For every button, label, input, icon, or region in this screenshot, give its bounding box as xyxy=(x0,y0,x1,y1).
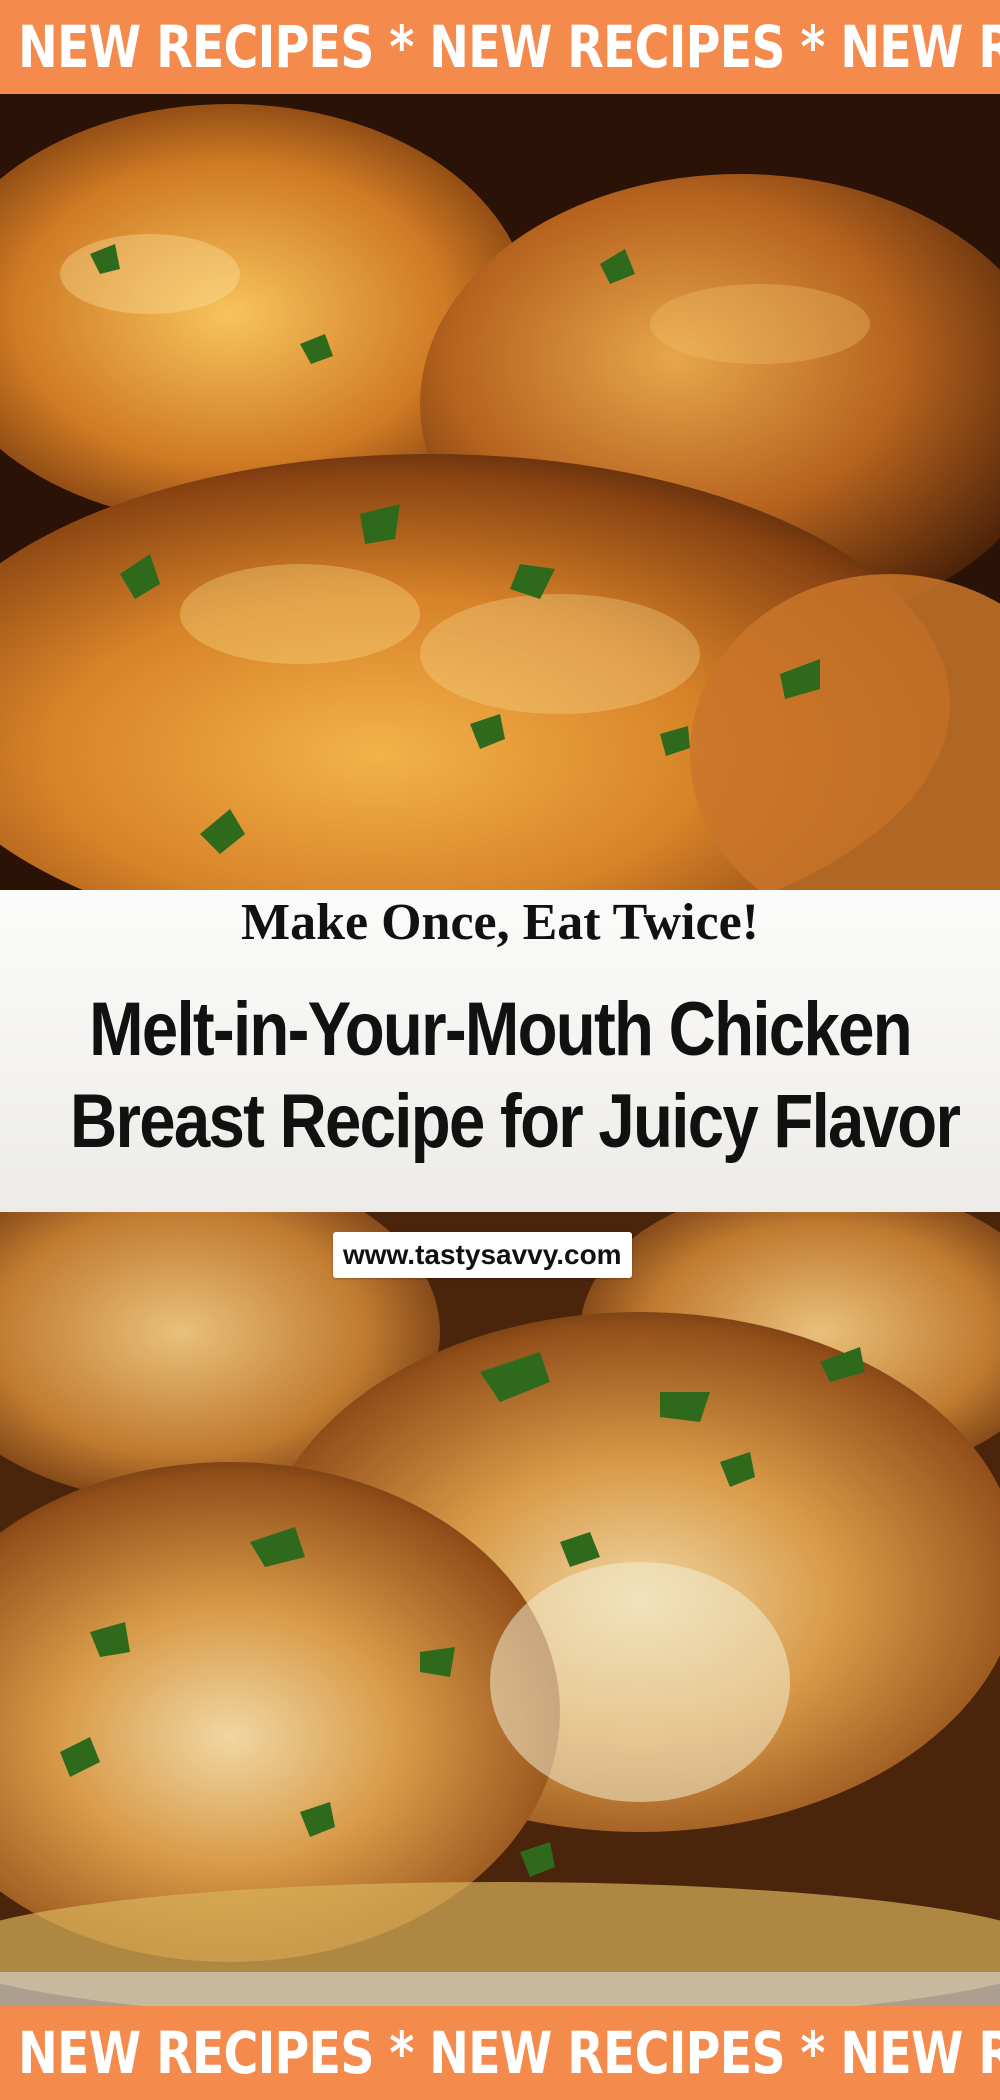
website-badge[interactable]: www.tastysavvy.com xyxy=(333,1232,632,1278)
bottom-chicken-image xyxy=(0,1212,1000,2006)
bottom-banner: NEW RECIPES * NEW RECIPES * NEW RECI xyxy=(0,2006,1000,2100)
title-line-2: Breast Recipe for Juicy Flavor xyxy=(70,1079,961,1164)
top-banner: NEW RECIPES * NEW RECIPES * NEW RECI xyxy=(0,0,1000,94)
recipe-title: Melt-in-Your-Mouth Chicken Breast Recipe… xyxy=(0,984,1000,1168)
bottom-banner-text: NEW RECIPES * NEW RECIPES * NEW RECI xyxy=(18,2019,1000,2087)
title-line-1: Melt-in-Your-Mouth Chicken xyxy=(89,987,913,1072)
recipe-pin: NEW RECIPES * NEW RECIPES * NEW RECI Mak… xyxy=(0,0,1000,2100)
top-chicken-image xyxy=(0,94,1000,890)
tagline: Make Once, Eat Twice! xyxy=(241,894,759,951)
top-banner-text: NEW RECIPES * NEW RECIPES * NEW RECI xyxy=(18,13,1000,81)
top-chicken-photo xyxy=(0,94,1000,890)
bottom-chicken-photo xyxy=(0,1212,1000,2006)
title-panel: Make Once, Eat Twice! Melt-in-Your-Mouth… xyxy=(0,890,1000,1212)
